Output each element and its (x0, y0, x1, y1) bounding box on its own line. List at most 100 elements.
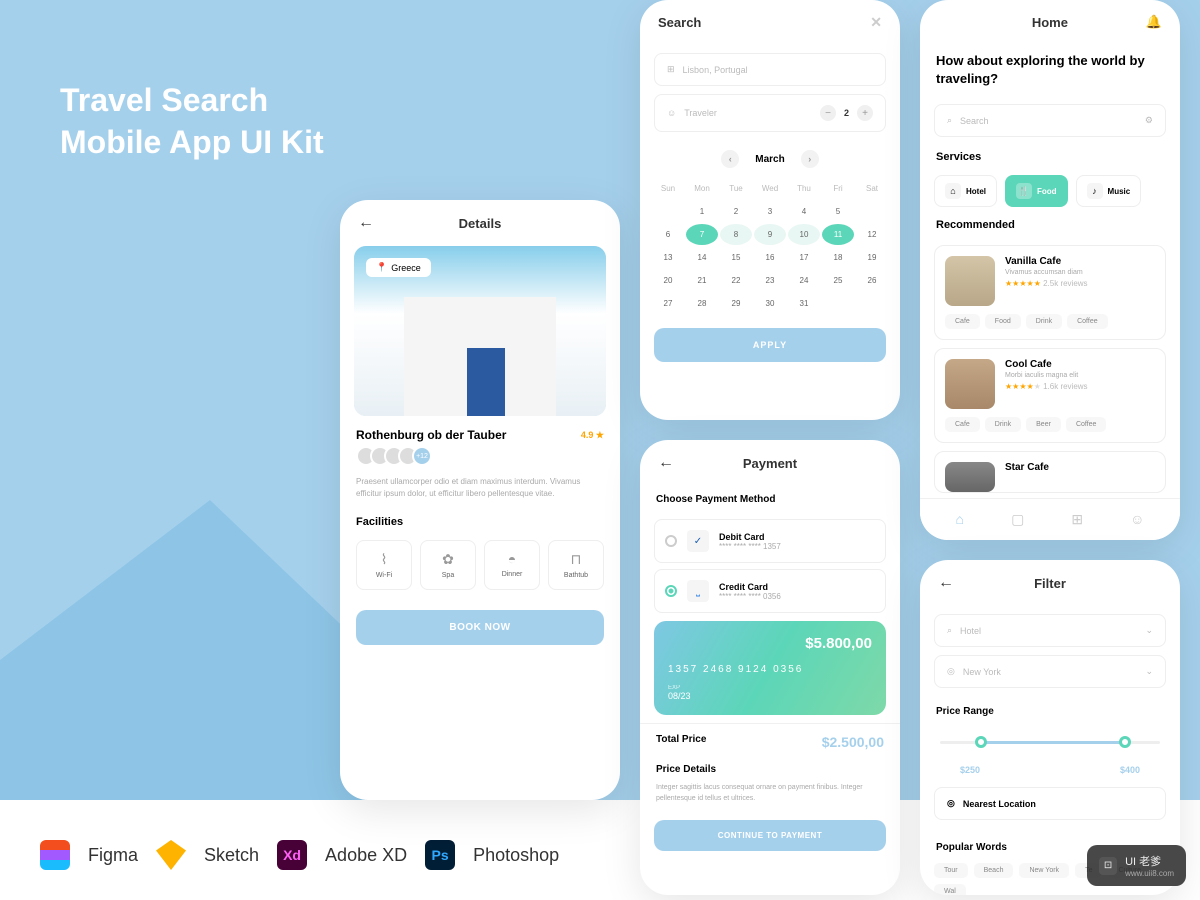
word-chip[interactable]: Beach (974, 863, 1014, 878)
calendar-day[interactable]: 6 (652, 224, 684, 245)
calendar-day[interactable]: 19 (856, 247, 888, 268)
tag[interactable]: Cafe (945, 314, 980, 329)
facility-wifi[interactable]: ⌇Wi-Fi (356, 540, 412, 590)
rating: 4.9 ★ (581, 430, 604, 441)
calendar-day[interactable]: 17 (788, 247, 820, 268)
calendar-day[interactable]: 4 (788, 201, 820, 222)
tag[interactable]: Drink (985, 417, 1021, 432)
category-select[interactable]: ⌕ Hotel ⌄ (934, 614, 1166, 647)
search-icon: ⌕ (947, 625, 952, 636)
payment-method-debit[interactable]: ✓ Debit Card**** **** **** 1357 (654, 519, 886, 563)
calendar-day[interactable]: 24 (788, 270, 820, 291)
payment-method-credit[interactable]: ⎵ Credit Card**** **** **** 0356 (654, 569, 886, 613)
calendar-day[interactable]: 5 (822, 201, 854, 222)
calendar-day[interactable]: 20 (652, 270, 684, 291)
location-select[interactable]: ◎ New York ⌄ (934, 655, 1166, 688)
word-chip[interactable]: Wal (934, 884, 966, 895)
calendar-day[interactable]: 22 (720, 270, 752, 291)
calendar-day[interactable]: 18 (822, 247, 854, 268)
facility-dinner[interactable]: ◓Dinner (484, 540, 540, 590)
tag[interactable]: Coffee (1066, 417, 1107, 432)
calendar-day[interactable]: 15 (720, 247, 752, 268)
calendar-day[interactable]: 26 (856, 270, 888, 291)
pin-icon: 📍 (376, 262, 387, 273)
calendar-day[interactable]: 1 (686, 201, 718, 222)
price-slider[interactable] (940, 733, 1160, 753)
avatar-more[interactable]: +12 (412, 446, 432, 466)
tag[interactable]: Beer (1026, 417, 1061, 432)
increment-button[interactable]: + (857, 105, 873, 121)
calendar-day[interactable]: 28 (686, 293, 718, 314)
calendar-day[interactable]: 30 (754, 293, 786, 314)
nav-profile-icon[interactable]: ☺ (1130, 511, 1144, 528)
tag[interactable]: Cafe (945, 417, 980, 432)
radio-checked[interactable] (665, 585, 677, 597)
calendar-day-end[interactable]: 11 (822, 224, 854, 245)
price-range-label: Price Range (920, 696, 1180, 721)
word-chip[interactable]: Tour (934, 863, 968, 878)
slider-thumb-max[interactable] (1119, 736, 1131, 748)
slider-thumb-min[interactable] (975, 736, 987, 748)
calendar-day[interactable]: 27 (652, 293, 684, 314)
facilities-label: Facilities (340, 510, 620, 534)
calendar-day[interactable]: 16 (754, 247, 786, 268)
bell-icon[interactable]: 🔔 (1146, 14, 1162, 30)
next-month-button[interactable]: › (801, 150, 819, 168)
book-now-button[interactable]: BOOK NOW (356, 610, 604, 645)
nearest-location-button[interactable]: ◎ Nearest Location (934, 787, 1166, 820)
price-min: $250 (960, 765, 980, 775)
calendar-day[interactable]: 23 (754, 270, 786, 291)
close-icon[interactable]: ✕ (870, 14, 882, 31)
nav-bookmark-icon[interactable]: ▢ (1011, 511, 1024, 528)
facility-bathtub[interactable]: ⊓Bathtub (548, 540, 604, 590)
facility-spa[interactable]: ✿Spa (420, 540, 476, 590)
calendar-day[interactable]: 10 (788, 224, 820, 245)
apply-button[interactable]: APPLY (654, 328, 886, 362)
tag[interactable]: Food (985, 314, 1021, 329)
decrement-button[interactable]: − (820, 105, 836, 121)
recommended-card[interactable]: Cool Cafe Morbi iaculis magna elit ★★★★★… (934, 348, 1166, 443)
calendar-day[interactable]: 2 (720, 201, 752, 222)
prev-month-button[interactable]: ‹ (721, 150, 739, 168)
search-input[interactable]: ⌕ Search ⚙ (934, 104, 1166, 137)
recommended-card[interactable]: Vanilla Cafe Vivamus accumsan diam ★★★★★… (934, 245, 1166, 340)
price-details-label: Price Details (640, 760, 900, 779)
back-icon[interactable]: ← (938, 574, 954, 592)
continue-button[interactable]: CONTINUE TO PAYMENT (654, 820, 886, 851)
back-icon[interactable]: ← (358, 214, 374, 232)
calendar-day-start[interactable]: 7 (686, 224, 718, 245)
calendar-day[interactable]: 9 (754, 224, 786, 245)
tag[interactable]: Drink (1026, 314, 1062, 329)
word-chip[interactable]: New York (1019, 863, 1069, 878)
calendar-day[interactable]: 3 (754, 201, 786, 222)
back-icon[interactable]: ← (658, 454, 674, 472)
figma-icon (40, 840, 70, 870)
calendar-day[interactable]: 29 (720, 293, 752, 314)
calendar-day[interactable]: 31 (788, 293, 820, 314)
calendar-day[interactable]: 12 (856, 224, 888, 245)
service-chip-music[interactable]: ♪Music (1076, 175, 1142, 207)
filter-icon[interactable]: ⚙ (1145, 115, 1153, 126)
hero-title: Travel Search Mobile App UI Kit (60, 80, 324, 163)
card-icon: ⎵ (687, 580, 709, 602)
radio-unchecked[interactable] (665, 535, 677, 547)
cafe-image (945, 256, 995, 306)
pin-icon: ◎ (947, 666, 955, 677)
bathtub-icon: ⊓ (553, 551, 599, 568)
calendar-day[interactable]: 21 (686, 270, 718, 291)
location-input[interactable]: ⊞ Lisbon, Portugal (654, 53, 886, 86)
calendar-day[interactable]: 14 (686, 247, 718, 268)
calendar-day[interactable]: 8 (720, 224, 752, 245)
page-title: Home (954, 15, 1146, 30)
recommended-card[interactable]: Star Cafe (934, 451, 1166, 493)
nav-map-icon[interactable]: ⊞ (1071, 511, 1083, 528)
visa-icon: ✓ (687, 530, 709, 552)
calendar-day[interactable]: 13 (652, 247, 684, 268)
calendar-day[interactable]: 25 (822, 270, 854, 291)
chevron-down-icon: ⌄ (1145, 666, 1153, 677)
service-chip-food[interactable]: 🍴Food (1005, 175, 1068, 207)
service-chip-hotel[interactable]: ⌂Hotel (934, 175, 997, 207)
nav-home-icon[interactable]: ⌂ (956, 511, 964, 528)
tag[interactable]: Coffee (1067, 314, 1108, 329)
traveler-input[interactable]: ☺ Traveler − 2 + (654, 94, 886, 132)
